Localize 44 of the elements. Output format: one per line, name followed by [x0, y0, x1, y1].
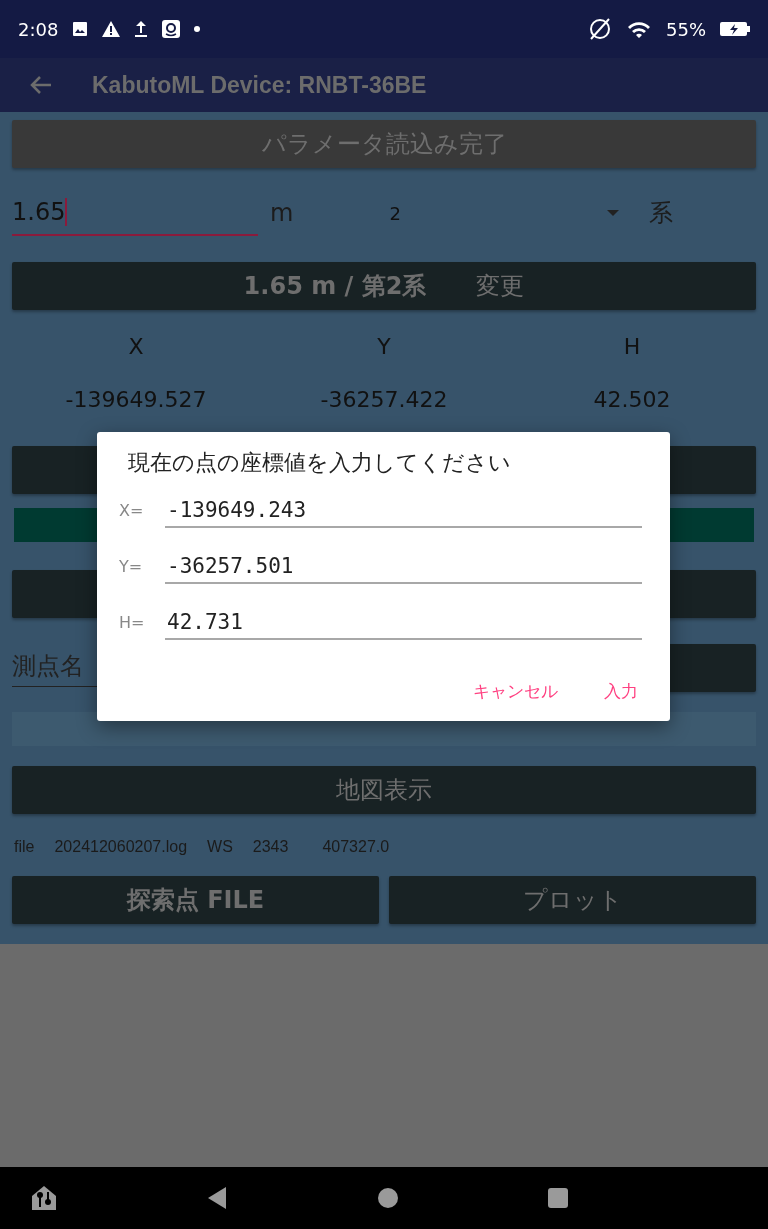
map-button[interactable]: 地図表示	[12, 766, 756, 814]
submit-button[interactable]: 入力	[600, 676, 642, 707]
clock: 2:08	[18, 18, 59, 40]
battery-charging-icon	[720, 21, 750, 37]
column-header: H	[622, 334, 642, 359]
change-button[interactable]: 1.65 m / 第2系 変更	[12, 262, 756, 310]
coordinate-input[interactable]: -139649.243	[165, 498, 642, 528]
field-label: X=	[119, 501, 145, 522]
field-label: H=	[119, 613, 145, 634]
upload-icon	[134, 21, 149, 37]
back-icon	[208, 1187, 228, 1209]
column-header: X	[127, 334, 145, 359]
file-button[interactable]: 探索点 FILE	[12, 876, 379, 924]
zone-label: 系	[649, 198, 674, 229]
battery-level: 55%	[666, 18, 706, 40]
unit-label: m	[270, 199, 294, 227]
coordinate-value: -139649.527	[64, 387, 208, 412]
home-icon	[30, 1184, 58, 1212]
recents-icon	[548, 1188, 568, 1208]
zone-dropdown[interactable]: 2	[385, 202, 624, 224]
file-info-text: WS	[207, 838, 233, 856]
dialog-title: 現在の点の座標値を入力してください	[128, 449, 511, 477]
field-label: Y=	[119, 557, 144, 578]
coordinate-value: 42.502	[592, 387, 672, 412]
image-icon	[72, 21, 89, 37]
height-input[interactable]: 1.65	[12, 190, 258, 236]
column-header: Y	[376, 334, 392, 359]
warning-icon	[102, 21, 121, 37]
cancel-button[interactable]: キャンセル	[469, 676, 562, 707]
file-info-text: file	[14, 838, 35, 856]
app-title: KabutoML Device: RNBT-36BE	[92, 71, 427, 99]
plot-button[interactable]: プロット	[389, 876, 756, 924]
home-circle-icon	[378, 1188, 398, 1208]
coordinate-value: -36257.422	[319, 387, 449, 412]
wifi-icon	[626, 19, 652, 39]
dropdown-caret-icon	[607, 210, 620, 216]
no-sim-icon	[588, 17, 612, 41]
dot-icon	[194, 26, 201, 32]
file-info-text: 202412060207.log	[54, 838, 188, 856]
coordinate-input[interactable]: -36257.501	[165, 554, 642, 584]
file-info-text: 2343	[252, 838, 289, 856]
back-arrow-icon	[30, 75, 52, 95]
file-info-text: 407327.0	[322, 838, 390, 856]
coordinate-input[interactable]: 42.731	[165, 610, 642, 640]
